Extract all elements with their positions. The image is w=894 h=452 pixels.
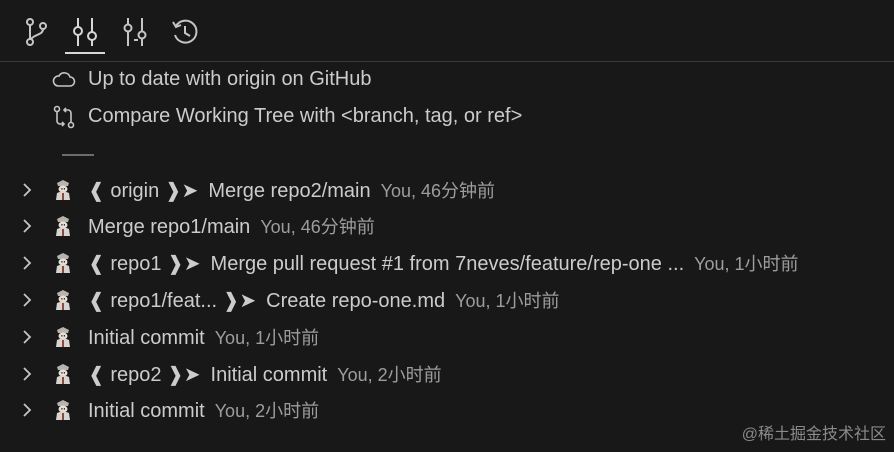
- chevron-right-icon[interactable]: [18, 291, 36, 309]
- upstream-status-row[interactable]: Up to date with origin on GitHub: [0, 61, 894, 98]
- commit-author-time: You, 2小时前: [214, 401, 320, 422]
- git-commit-icon: [73, 18, 97, 46]
- branches-tab[interactable]: [18, 14, 54, 50]
- commit-author-time: You, 46分钟前: [380, 180, 496, 201]
- chevron-right-icon[interactable]: [18, 328, 36, 346]
- branch-ref-label: ❰ repo1/feat... ❱➤: [88, 289, 257, 312]
- branch-ref-label: ❰ repo2 ❱➤: [88, 363, 201, 386]
- avatar: [53, 362, 73, 385]
- commit-message: Create repo-one.md: [266, 289, 446, 312]
- chevron-right-icon[interactable]: [18, 217, 36, 235]
- branch-ref-label: ❰ origin ❱➤: [88, 179, 199, 202]
- compare-working-tree-row[interactable]: Compare Working Tree with <branch, tag, …: [0, 98, 894, 135]
- avatar: [53, 399, 73, 422]
- commit-row[interactable]: ❰ repo1 ❱➤ Merge pull request #1 from 7ne…: [0, 245, 894, 282]
- commit-author-time: You, 1小时前: [214, 327, 320, 348]
- cloud-icon: [52, 68, 76, 92]
- commit-message: Merge pull request #1 from 7neves/featur…: [210, 253, 685, 276]
- avatar: [53, 178, 73, 201]
- history-tab[interactable]: [167, 14, 203, 50]
- toolbar: [0, 0, 894, 62]
- compare-working-tree-text: Compare Working Tree with <branch, tag, …: [88, 105, 523, 127]
- git-branch-icon: [26, 18, 47, 46]
- commit-message: Merge repo2/main: [208, 179, 371, 202]
- commit-author-time: You, 1小时前: [455, 290, 560, 311]
- commit-message: Initial commit: [210, 363, 328, 386]
- commit-row[interactable]: ❰ repo1/feat... ❱➤ Create repo-one.md You,…: [0, 281, 894, 318]
- branch-ref-label: ❰ repo1 ❱➤: [88, 253, 201, 276]
- watermark: @稀土掘金技术社区: [741, 426, 886, 443]
- separator: [62, 154, 94, 156]
- chevron-right-icon[interactable]: [18, 365, 36, 383]
- git-compare-icon: [123, 18, 147, 46]
- chevron-right-icon[interactable]: [18, 181, 36, 199]
- commit-row[interactable]: Merge repo1/main You, 46分钟前: [0, 208, 894, 245]
- commit-row[interactable]: ❰ origin ❱➤ Merge repo2/main You, 46分钟前: [0, 171, 894, 208]
- commit-message: Merge repo1/main: [88, 216, 251, 239]
- commit-author-time: You, 2小时前: [337, 364, 442, 385]
- history-icon: [172, 19, 198, 44]
- compare-tab[interactable]: [117, 14, 153, 50]
- compare-changes-icon: [52, 105, 76, 129]
- upstream-status-text: Up to date with origin on GitHub: [88, 68, 372, 90]
- commit-row[interactable]: Initial commit You, 1小时前: [0, 318, 894, 355]
- avatar: [53, 288, 73, 311]
- avatar: [53, 325, 73, 348]
- commit-author-time: You, 1小时前: [694, 254, 799, 275]
- avatar: [53, 215, 73, 238]
- chevron-right-icon[interactable]: [18, 254, 36, 272]
- avatar: [53, 252, 73, 275]
- commit-message: Initial commit: [88, 400, 205, 423]
- commit-row[interactable]: ❰ repo2 ❱➤ Initial commit You, 2小时前: [0, 355, 894, 392]
- commit-message: Initial commit: [88, 326, 205, 349]
- commit-author-time: You, 46分钟前: [260, 217, 375, 238]
- chevron-right-icon[interactable]: [18, 401, 36, 419]
- commits-tab[interactable]: [65, 14, 105, 54]
